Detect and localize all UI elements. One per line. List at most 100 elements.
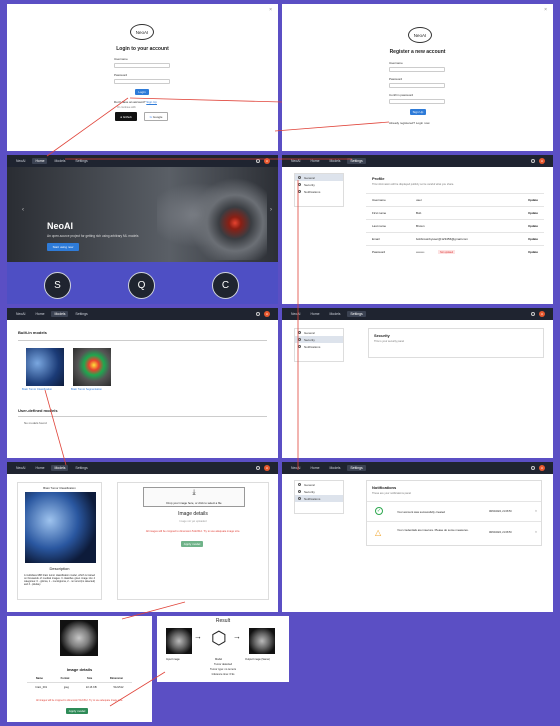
tab-home[interactable]: Home [32, 158, 48, 164]
tab-home[interactable]: Home [307, 465, 322, 471]
avatar[interactable]: U [539, 158, 545, 164]
tab-home[interactable]: Home [307, 311, 322, 317]
table-header: Name Format Size Dimension [27, 675, 132, 683]
tab-settings[interactable]: Settings [72, 158, 90, 164]
github-button[interactable]: ● Github [115, 112, 137, 121]
sidebar-item-security[interactable]: Security [295, 488, 343, 495]
bell-icon[interactable] [531, 159, 535, 163]
model-card-segmentation[interactable] [73, 348, 111, 386]
apply-model-button[interactable]: Apply model [66, 708, 88, 714]
nav-brand[interactable]: NeoAI [13, 465, 28, 471]
sidebar-label: General [304, 175, 315, 180]
tab-settings[interactable]: Settings [72, 311, 90, 317]
close-icon[interactable]: × [535, 530, 537, 534]
carousel-prev-icon[interactable]: ‹ [22, 207, 24, 213]
nav-brand[interactable]: NeoAI [288, 158, 303, 164]
already-registered-link[interactable]: Already registered? Login now [389, 121, 430, 125]
tab-models[interactable]: Models [51, 465, 69, 471]
profile-field-value: Bob [416, 211, 422, 215]
apply-model-button[interactable]: Apply model [181, 541, 203, 547]
model-card-classification[interactable] [26, 348, 64, 386]
nav-brand[interactable]: NeoAI [13, 311, 28, 317]
profile-field-label: Username [372, 198, 386, 202]
profile-rows: Username user Update First name Bob Update Las… [366, 193, 544, 285]
confirm-input[interactable] [389, 99, 445, 104]
update-button[interactable]: Update [528, 250, 538, 254]
avatar[interactable]: U [264, 158, 270, 164]
avatar[interactable]: U [264, 311, 270, 317]
username-label: Username [389, 61, 403, 65]
avatar[interactable]: U [264, 465, 270, 471]
tab-home[interactable]: Home [307, 158, 322, 164]
sidebar-item-general[interactable]: General [295, 481, 343, 488]
username-input[interactable] [389, 67, 445, 72]
nav-brand[interactable]: NeoAI [13, 158, 28, 164]
not-updated-badge: Not updated [438, 250, 456, 254]
circle-q: Q [128, 272, 155, 299]
notification-date: 08/04/2024, 21:08:53 [489, 510, 512, 513]
tab-models[interactable]: Models [326, 158, 343, 164]
tab-models[interactable]: Models [326, 465, 343, 471]
sidebar-item-notifications[interactable]: Notifications [295, 495, 343, 502]
password-input[interactable] [389, 83, 445, 88]
update-button[interactable]: Update [528, 224, 538, 228]
password-label: Password [114, 73, 128, 77]
sidebar-item-notifications[interactable]: Notifications [295, 188, 343, 195]
start-button[interactable]: Start using now [47, 243, 79, 251]
close-icon[interactable]: × [544, 7, 547, 13]
or-continue-text: Or continue with [117, 106, 136, 109]
avatar[interactable]: U [539, 465, 545, 471]
password-label: Password [389, 77, 403, 81]
tab-settings[interactable]: Settings [347, 311, 366, 317]
login-button[interactable]: Login [135, 89, 149, 95]
signup-link[interactable]: Sign Up [146, 100, 157, 104]
signup-button[interactable]: Sign Up [410, 109, 426, 115]
bell-icon[interactable] [256, 159, 260, 163]
bell-icon[interactable] [256, 312, 260, 316]
sidebar-item-notifications[interactable]: Notifications [295, 343, 343, 350]
notifications-desc: These are your notifications panel [372, 492, 411, 495]
upload-dropzone[interactable]: ⤓ Drop your image here, or click to sele… [143, 487, 245, 507]
top-nav: NeoAI Home Models Settings U [282, 308, 553, 320]
update-button[interactable]: Update [528, 198, 538, 202]
update-button[interactable]: Update [528, 211, 538, 215]
notification-item[interactable]: ✓ Your account was successfully created … [367, 501, 541, 521]
sidebar-label: Security [304, 489, 315, 494]
nav-brand[interactable]: NeoAI [288, 465, 303, 471]
tab-models[interactable]: Models [51, 158, 68, 164]
close-icon[interactable]: × [535, 509, 537, 513]
nav-brand[interactable]: NeoAI [288, 311, 303, 317]
bell-icon[interactable] [256, 466, 260, 470]
tab-home[interactable]: Home [32, 311, 47, 317]
avatar[interactable]: U [539, 311, 545, 317]
tab-models[interactable]: Models [326, 311, 343, 317]
carousel-next-icon[interactable]: › [270, 207, 272, 213]
tab-home[interactable]: Home [32, 465, 47, 471]
classification-panel: NeoAI Home Models Settings U Brain Tumor… [7, 462, 278, 612]
sidebar-item-general[interactable]: General [295, 329, 343, 336]
tab-models[interactable]: Models [51, 311, 69, 317]
detect-text: Tumor detected [213, 663, 233, 666]
sidebar-item-security[interactable]: Security [295, 336, 343, 343]
tab-settings[interactable]: Settings [72, 465, 90, 471]
google-button[interactable]: G Google [144, 112, 168, 121]
tab-settings[interactable]: Settings [347, 158, 366, 164]
close-icon[interactable]: × [269, 7, 272, 13]
password-input[interactable] [114, 79, 170, 84]
update-button[interactable]: Update [528, 237, 538, 241]
bell-icon[interactable] [531, 312, 535, 316]
bell-icon[interactable] [531, 466, 535, 470]
hero-subtitle: An open-source project for getting rich … [47, 234, 139, 238]
model-label-segmentation[interactable]: Brain Tumor Segmentation [71, 388, 102, 391]
upload-text: Drop your image here, or click to select… [166, 501, 222, 505]
sidebar-item-security[interactable]: Security [295, 181, 343, 188]
notification-item[interactable]: △ Your credentials are insecure. Please … [367, 521, 541, 545]
tab-settings[interactable]: Settings [347, 465, 366, 471]
username-input[interactable] [114, 63, 170, 68]
model-label-classification[interactable]: Brain Tumor Classification [22, 388, 52, 391]
sidebar-item-general[interactable]: General [295, 174, 343, 181]
profile-field-value: •••••••• [416, 250, 425, 254]
profile-field-value: bobbrownbyuser@123456@gmail.com [416, 237, 468, 241]
result-panel: Result → ⬡ → Input Image Model Output Im… [157, 616, 289, 682]
divider [18, 340, 267, 341]
